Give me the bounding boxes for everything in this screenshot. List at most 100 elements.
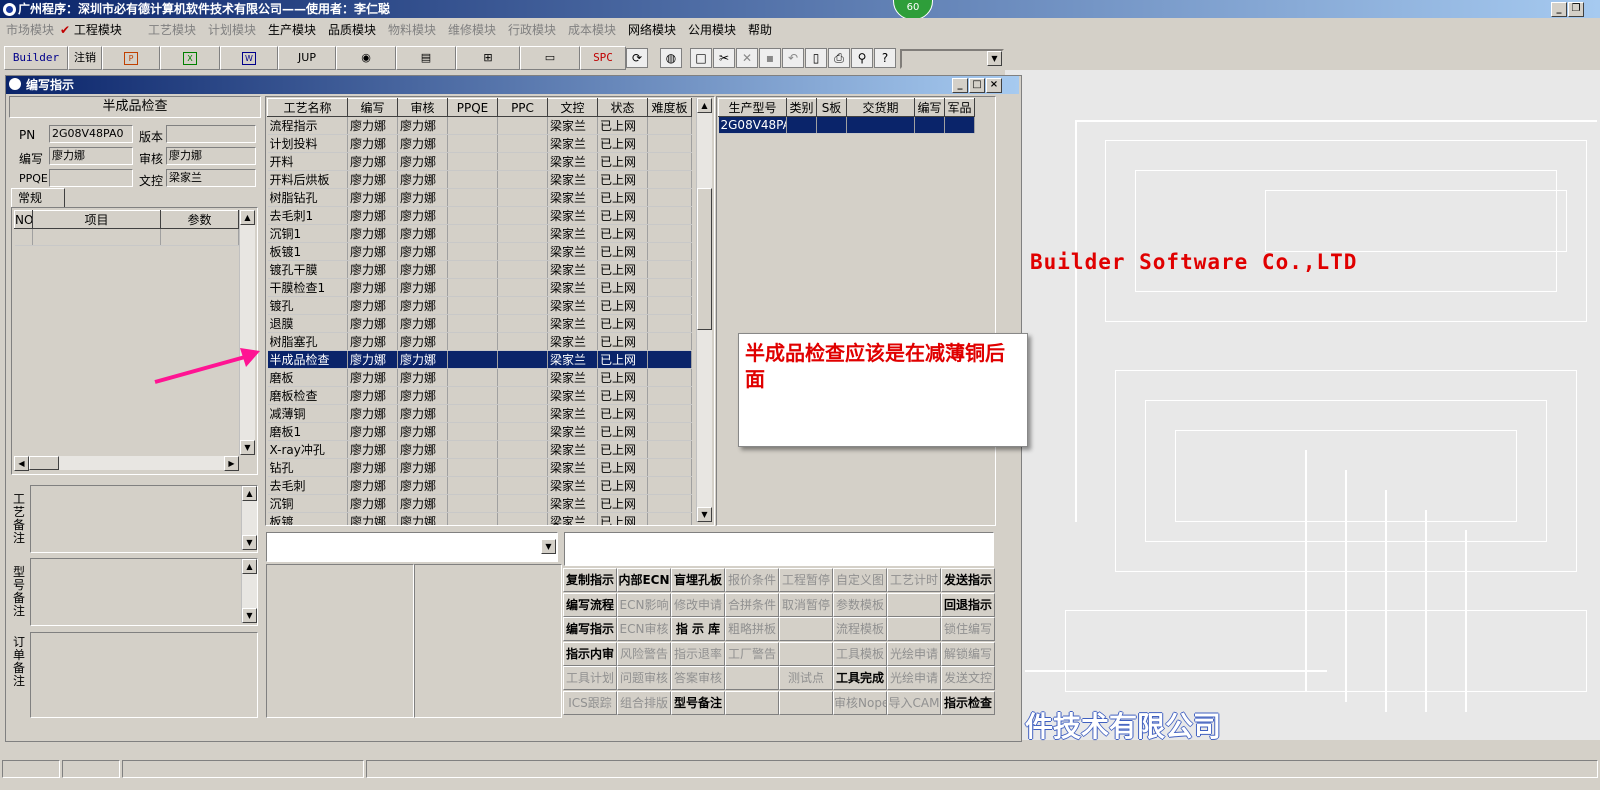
process-cell[interactable]: 梁家兰: [547, 422, 598, 441]
process-row[interactable]: 磨板检查 廖力娜 廖力娜 梁家兰 已上网: [267, 386, 692, 405]
model-cell[interactable]: [914, 116, 945, 134]
process-row[interactable]: 流程指示 廖力娜 廖力娜 梁家兰 已上网: [267, 116, 692, 135]
menu-process[interactable]: 工艺模块: [148, 21, 196, 38]
process-cell[interactable]: [447, 476, 498, 495]
action-button[interactable]: 自定义图: [833, 568, 887, 592]
hscroll-thumb[interactable]: [29, 456, 59, 470]
process-cell[interactable]: [447, 332, 498, 351]
restore-button[interactable]: ❐: [1568, 2, 1584, 17]
menu-quality[interactable]: 品质模块: [328, 21, 376, 38]
jup-button[interactable]: JUP: [278, 46, 336, 70]
action-button[interactable]: 导入CAM: [887, 691, 941, 715]
action-button[interactable]: 指示内审: [563, 641, 617, 666]
menu-admin[interactable]: 行政模块: [508, 21, 556, 38]
process-cell[interactable]: [497, 242, 548, 261]
process-row[interactable]: 沉铜1 廖力娜 廖力娜 梁家兰 已上网: [267, 224, 692, 243]
globe-icon[interactable]: ◍: [660, 48, 682, 68]
help-icon[interactable]: ?: [874, 48, 896, 68]
process-cell[interactable]: 已上网: [597, 224, 648, 243]
process-cell[interactable]: 已上网: [597, 332, 648, 351]
process-cell[interactable]: [647, 440, 692, 459]
process-cell[interactable]: [497, 152, 548, 171]
action-button[interactable]: ECN审核: [617, 617, 671, 642]
menu-maintenance[interactable]: 维修模块: [448, 21, 496, 38]
process-cell[interactable]: [647, 260, 692, 279]
process-cell[interactable]: 梁家兰: [547, 170, 598, 189]
action-button[interactable]: [725, 666, 779, 691]
process-row[interactable]: 干膜检查1 廖力娜 廖力娜 梁家兰 已上网: [267, 278, 692, 297]
process-cell[interactable]: [647, 134, 692, 153]
logout-button[interactable]: 注销: [68, 46, 102, 70]
col-status[interactable]: 状态: [597, 98, 648, 117]
process-row[interactable]: 减薄铜 廖力娜 廖力娜 梁家兰 已上网: [267, 404, 692, 423]
database-icon[interactable]: ▤: [396, 46, 456, 70]
process-cell[interactable]: [447, 170, 498, 189]
process-cell[interactable]: 已上网: [597, 260, 648, 279]
process-cell[interactable]: [647, 404, 692, 423]
action-button[interactable]: 风险警告: [617, 641, 671, 666]
eye-icon[interactable]: ◉: [336, 46, 396, 70]
process-scroll-thumb[interactable]: [697, 188, 712, 330]
action-button[interactable]: 组合排版: [617, 691, 671, 715]
process-cell[interactable]: [447, 422, 498, 441]
child-close-button[interactable]: ×: [986, 78, 1002, 93]
child-maximize-button[interactable]: □: [969, 78, 985, 93]
process-cell[interactable]: [647, 170, 692, 189]
process-row[interactable]: 树脂塞孔 廖力娜 廖力娜 梁家兰 已上网: [267, 332, 692, 351]
action-button[interactable]: [887, 617, 941, 642]
process-cell[interactable]: [647, 350, 692, 369]
action-button[interactable]: 工具完成: [833, 666, 887, 691]
process-row[interactable]: 镀孔干膜 廖力娜 廖力娜 梁家兰 已上网: [267, 260, 692, 279]
process-cell[interactable]: 廖力娜: [347, 116, 398, 135]
process-cell[interactable]: 镀孔干膜: [267, 260, 348, 279]
process-cell[interactable]: 梁家兰: [547, 260, 598, 279]
menu-cost[interactable]: 成本模块: [568, 21, 616, 38]
params-vscroll[interactable]: ▲ ▼: [239, 210, 255, 455]
process-row[interactable]: 磨板 廖力娜 廖力娜 梁家兰 已上网: [267, 368, 692, 387]
process-cell[interactable]: 梁家兰: [547, 458, 598, 477]
process-cell[interactable]: [647, 458, 692, 477]
process-cell[interactable]: 梁家兰: [547, 206, 598, 225]
child-minimize-button[interactable]: _: [952, 78, 968, 93]
process-cell[interactable]: 树脂钻孔: [267, 188, 348, 207]
process-cell[interactable]: 梁家兰: [547, 332, 598, 351]
process-row[interactable]: 半成品检查 廖力娜 廖力娜 梁家兰 已上网: [267, 350, 692, 369]
process-cell[interactable]: 廖力娜: [397, 368, 448, 387]
process-combo[interactable]: ▼: [266, 532, 558, 562]
process-cell[interactable]: 干膜检查1: [267, 278, 348, 297]
action-button[interactable]: 光绘申请: [887, 641, 941, 666]
process-cell[interactable]: 梁家兰: [547, 386, 598, 405]
action-button[interactable]: 指 示 库: [671, 617, 725, 642]
process-cell[interactable]: 廖力娜: [347, 494, 398, 513]
action-button[interactable]: 粗略拼板: [725, 617, 779, 642]
delete-icon[interactable]: ✕: [736, 48, 758, 68]
action-button[interactable]: 指示检查: [941, 691, 995, 715]
process-cell[interactable]: 梁家兰: [547, 224, 598, 243]
action-button[interactable]: 报价条件: [725, 568, 779, 592]
refresh-icon[interactable]: ⟳: [626, 48, 648, 68]
process-cell[interactable]: [447, 206, 498, 225]
process-cell[interactable]: 梁家兰: [547, 440, 598, 459]
cut-icon[interactable]: ✂: [713, 48, 735, 68]
col-author[interactable]: 编写: [347, 98, 398, 117]
process-cell[interactable]: 廖力娜: [397, 152, 448, 171]
action-button[interactable]: 工具模板: [833, 641, 887, 666]
menu-engineering[interactable]: ✔ 工程模块: [60, 21, 122, 38]
instruction-input[interactable]: [564, 532, 994, 566]
process-cell[interactable]: 廖力娜: [347, 404, 398, 423]
action-button[interactable]: [887, 592, 941, 617]
process-cell[interactable]: 已上网: [597, 116, 648, 135]
col-category[interactable]: 类别: [786, 98, 817, 117]
params-header-no[interactable]: NO: [14, 210, 33, 229]
process-cell[interactable]: [647, 296, 692, 315]
process-cell[interactable]: [647, 314, 692, 333]
model-note-box[interactable]: ▲ ▼: [30, 558, 258, 626]
process-cell[interactable]: [497, 134, 548, 153]
process-cell[interactable]: 廖力娜: [397, 476, 448, 495]
process-cell[interactable]: 开料: [267, 152, 348, 171]
scroll-up-icon[interactable]: ▲: [697, 98, 712, 113]
process-cell[interactable]: 已上网: [597, 188, 648, 207]
process-cell[interactable]: 沉铜: [267, 494, 348, 513]
order-note-box[interactable]: [30, 632, 258, 718]
process-row[interactable]: 开料 廖力娜 廖力娜 梁家兰 已上网: [267, 152, 692, 171]
